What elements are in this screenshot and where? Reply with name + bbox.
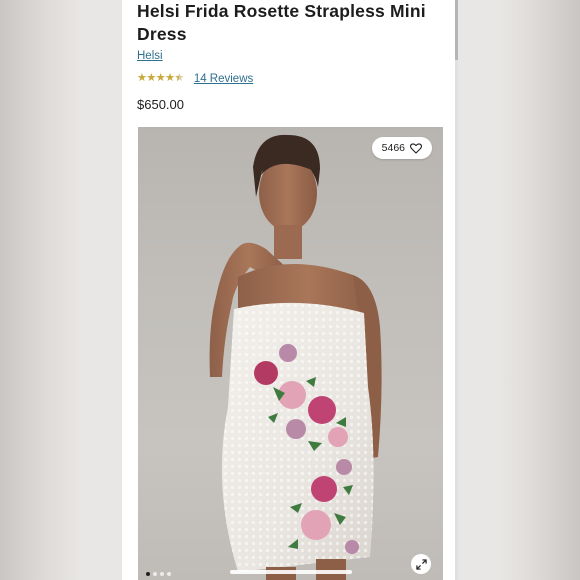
carousel-dot[interactable] [160, 572, 164, 576]
carousel-dot[interactable] [146, 572, 150, 576]
carousel-dots [146, 572, 171, 576]
scrollbar-thumb[interactable] [455, 0, 458, 60]
reviews-link[interactable]: 14 Reviews [194, 73, 253, 85]
scrollbar[interactable] [455, 0, 458, 580]
heart-icon [410, 142, 422, 154]
product-image[interactable]: 5466 [138, 127, 443, 580]
likes-count: 5466 [381, 142, 405, 154]
expand-button[interactable] [411, 554, 431, 574]
carousel-dot[interactable] [167, 572, 171, 576]
product-price: $650.00 [137, 97, 184, 112]
likes-badge[interactable]: 5466 [371, 137, 432, 159]
expand-icon [415, 558, 427, 570]
home-indicator [230, 570, 352, 574]
product-title: Helsi Frida Rosette Strapless Mini Dress [137, 1, 426, 44]
model-photo [209, 134, 382, 580]
star-rating: ★★★★★ ★★★★★ [137, 72, 184, 85]
carousel-dot[interactable] [153, 572, 157, 576]
star-rating-filled: ★★★★★ [137, 72, 179, 84]
product-card: Helsi Frida Rosette Strapless Mini Dress… [122, 0, 458, 580]
rating-row: ★★★★★ ★★★★★ 14 Reviews [137, 72, 253, 85]
brand-link[interactable]: Helsi [137, 50, 163, 62]
